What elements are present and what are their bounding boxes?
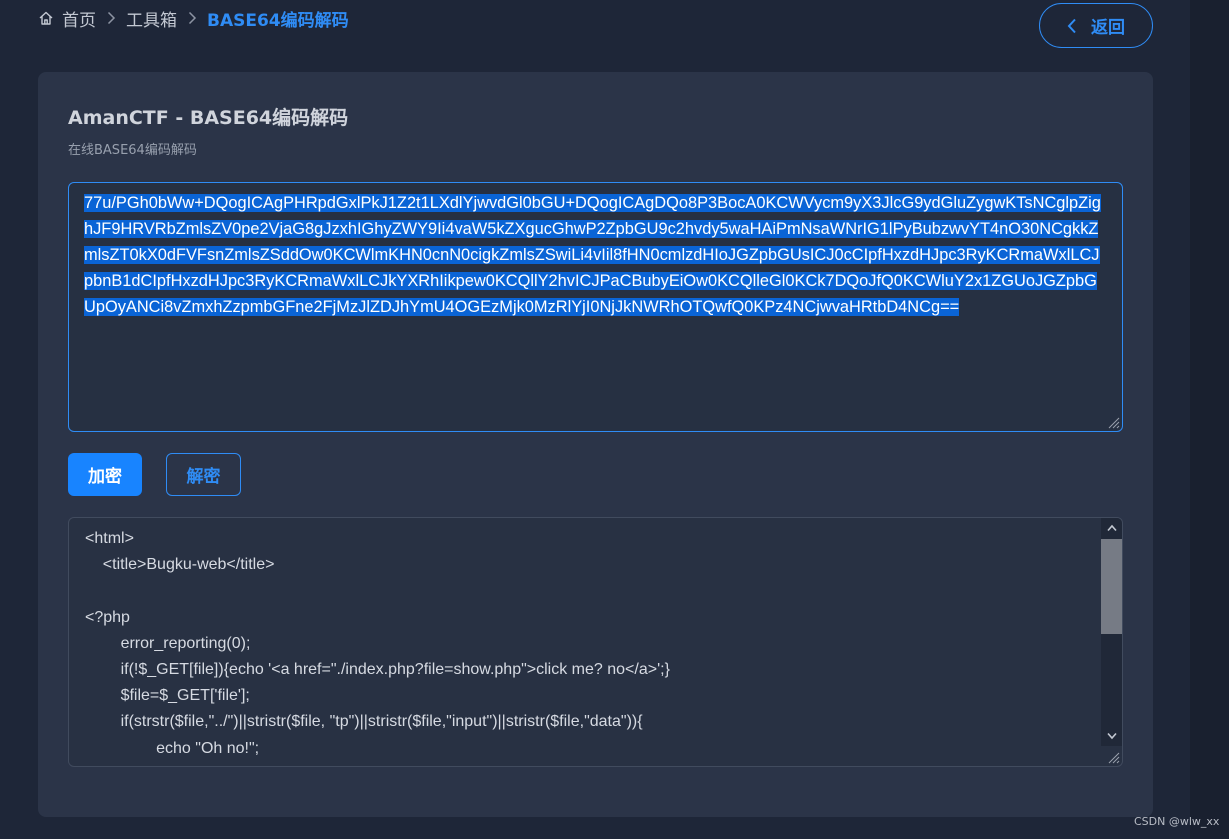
- input-selected-text: 77u/PGh0bWw+DQogICAgPHRpdGxlPkJ1Z2t1LXdl…: [84, 194, 1101, 316]
- output-scrollbar[interactable]: [1101, 518, 1122, 746]
- input-text: 77u/PGh0bWw+DQogICAgPHRpdGxlPkJ1Z2t1LXdl…: [84, 190, 1108, 320]
- chevron-right-icon: [106, 11, 116, 25]
- decode-button[interactable]: 解密: [166, 453, 241, 496]
- scroll-thumb[interactable]: [1101, 539, 1122, 634]
- breadcrumb-toolbox[interactable]: 工具箱: [126, 6, 177, 31]
- tool-card: AmanCTF - BASE64编码解码 在线BASE64编码解码 77u/PG…: [38, 72, 1153, 817]
- output-textarea[interactable]: <html> <title>Bugku-web</title> <?php er…: [68, 517, 1123, 767]
- output-line: if(!$_GET[file]){echo '<a href="./index.…: [85, 661, 670, 679]
- output-line: if(strstr($file,"../")||stristr($file, "…: [85, 713, 643, 731]
- action-buttons: 加密 解密: [68, 453, 241, 496]
- output-line: <title>Bugku-web</title>: [85, 556, 275, 574]
- scroll-down-icon[interactable]: [1101, 726, 1122, 746]
- right-edge-panel: [1190, 0, 1229, 839]
- breadcrumb-home-label: 首页: [62, 10, 96, 31]
- watermark: CSDN @wlw_xx: [1134, 815, 1220, 828]
- output-line: error_reporting(0);: [85, 634, 251, 652]
- encode-button[interactable]: 加密: [68, 453, 142, 496]
- card-title: AmanCTF - BASE64编码解码: [68, 107, 349, 129]
- output-line: $file=$_GET['file'];: [85, 687, 250, 705]
- scroll-up-icon[interactable]: [1101, 518, 1122, 538]
- chevron-right-icon: [187, 11, 197, 25]
- chevron-left-icon: [1067, 18, 1076, 33]
- output-text: <html> <title>Bugku-web</title> <?php er…: [85, 526, 1095, 762]
- card-subtitle: 在线BASE64编码解码: [68, 143, 197, 158]
- output-line: <?php: [85, 608, 130, 626]
- breadcrumb: 首页 工具箱 BASE64编码解码: [38, 5, 349, 31]
- back-button-label: 返回: [1091, 18, 1125, 37]
- breadcrumb-home[interactable]: 首页: [38, 6, 96, 31]
- base64-input[interactable]: 77u/PGh0bWw+DQogICAgPHRpdGxlPkJ1Z2t1LXdl…: [68, 182, 1123, 432]
- output-line: <html>: [85, 530, 134, 547]
- output-line: echo "Oh no!";: [85, 739, 260, 757]
- back-button[interactable]: 返回: [1039, 3, 1153, 48]
- resize-grip-icon[interactable]: [1106, 415, 1120, 429]
- home-icon: [38, 10, 54, 26]
- breadcrumb-current: BASE64编码解码: [207, 10, 349, 31]
- resize-grip-icon[interactable]: [1106, 750, 1120, 764]
